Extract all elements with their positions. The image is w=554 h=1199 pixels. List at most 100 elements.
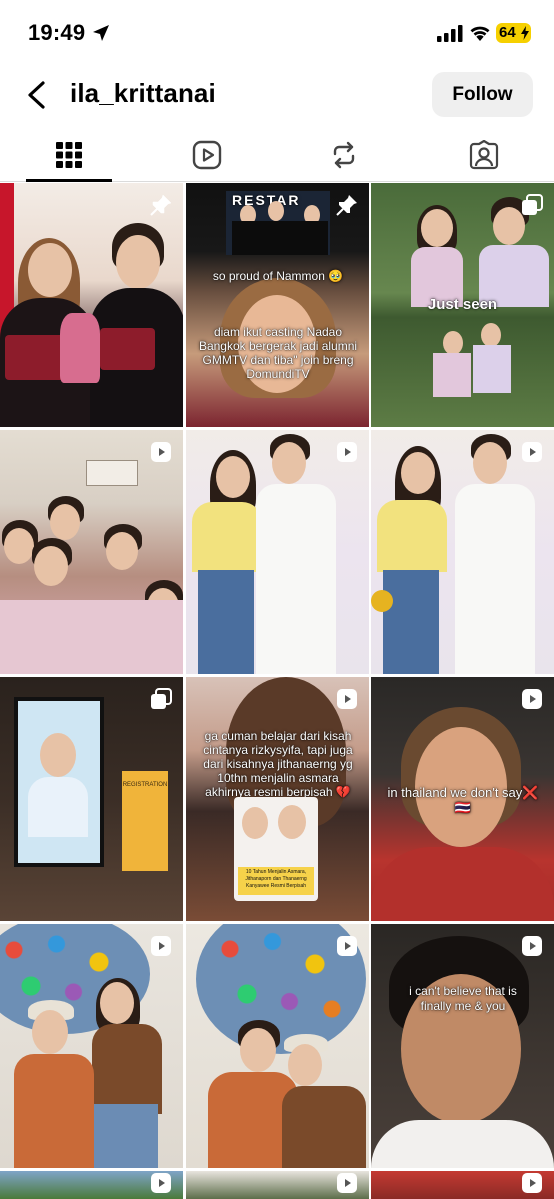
post-thumbnail[interactable]: ga cuman belajar dari kisah cintanya riz…	[186, 677, 369, 921]
reel-icon	[337, 689, 357, 709]
person-face	[481, 323, 501, 347]
tab-reels[interactable]	[147, 128, 267, 182]
post-caption-overlay: Just seen	[427, 296, 498, 313]
person-face	[421, 209, 453, 247]
profile-tabs	[0, 128, 554, 182]
repost-icon	[333, 141, 355, 169]
post-thumbnail[interactable]	[186, 430, 369, 674]
carousel-icon	[151, 688, 172, 709]
reel-icon	[151, 936, 171, 956]
person-face	[32, 1010, 68, 1054]
follow-button[interactable]: Follow	[432, 72, 533, 117]
person-face	[116, 235, 160, 289]
person-vest	[282, 1086, 366, 1168]
event-sign: REGISTRATION	[122, 771, 168, 871]
post-thumbnail[interactable]: REGISTRATION	[0, 677, 183, 921]
news-card: 10 Tahun Menjalin Asmara, Jithanaporn da…	[234, 797, 318, 901]
person-face	[216, 456, 250, 498]
news-headline: 10 Tahun Menjalin Asmara, Jithanaporn da…	[245, 869, 307, 889]
white-outfit	[256, 484, 336, 674]
reel-icon	[522, 936, 542, 956]
post-caption-line: so proud of Nammon 🥹	[212, 269, 344, 283]
tab-reposts[interactable]	[284, 128, 404, 182]
diploma-folder	[100, 328, 155, 370]
post-thumbnail[interactable]: in thailand we don't say❌🇹🇭	[371, 677, 554, 921]
grid-icon	[56, 142, 82, 168]
post-thumbnail[interactable]	[0, 1171, 183, 1199]
battery-percent: 64	[499, 24, 516, 41]
post-thumbnail[interactable]	[186, 1171, 369, 1199]
person-face	[288, 1044, 322, 1086]
person-face	[401, 452, 435, 494]
wifi-icon	[470, 26, 490, 41]
post-thumbnail[interactable]: Just seen	[371, 183, 554, 427]
person-face	[28, 243, 72, 297]
post-thumbnail[interactable]: RESTAR so proud of Nammon 🥹 diam ikut ca…	[186, 183, 369, 427]
person-face	[100, 982, 134, 1024]
reel-icon	[337, 1173, 357, 1193]
person-face	[443, 331, 463, 355]
location-arrow-icon	[93, 25, 109, 41]
blue-jeans	[88, 1104, 158, 1168]
person-face	[4, 528, 34, 564]
tab-grid[interactable]	[9, 128, 129, 182]
orange-cardigan	[14, 1054, 94, 1168]
pin-icon	[150, 194, 172, 216]
reel-icon	[337, 442, 357, 462]
person-vest	[92, 1024, 162, 1114]
person-face	[278, 805, 306, 839]
post-thumbnail[interactable]	[186, 924, 369, 1168]
person-face	[34, 546, 68, 586]
post-thumbnail[interactable]	[0, 183, 183, 427]
white-tshirt	[371, 1120, 554, 1168]
reel-icon	[522, 1173, 542, 1193]
reel-icon	[151, 1173, 171, 1193]
tab-tagged[interactable]	[424, 128, 544, 182]
person-face	[50, 504, 80, 540]
sunflower-decoration	[371, 590, 393, 612]
pin-icon	[336, 195, 357, 216]
profile-header: ila_krittanai Follow	[0, 66, 554, 124]
chevron-left-icon[interactable]	[24, 80, 50, 110]
status-bar: 19:49 64	[0, 0, 554, 66]
post-caption-overlay: i can't believe that is finally me & you	[409, 984, 517, 1013]
white-outfit	[455, 484, 535, 674]
yellow-cardigan	[377, 500, 447, 572]
red-jacket	[371, 847, 554, 921]
post-thumbnail[interactable]	[371, 1171, 554, 1199]
flower-bouquet	[60, 313, 100, 383]
person-face	[106, 532, 138, 570]
post-caption-overlay: in thailand we don't say❌🇹🇭	[387, 785, 539, 815]
news-headline-box: 10 Tahun Menjalin Asmara, Jithanaporn da…	[238, 867, 314, 895]
post-thumbnail[interactable]: i can't believe that is finally me & you	[371, 924, 554, 1168]
carousel-icon	[522, 194, 543, 215]
post-thumbnail[interactable]	[0, 430, 183, 674]
post-thumbnail[interactable]	[0, 924, 183, 1168]
profile-username: ila_krittanai	[70, 78, 216, 108]
blue-jeans	[383, 570, 439, 674]
post-caption-body: diam ikut casting Nadao Bangkok bergerak…	[198, 325, 358, 381]
diploma-folder	[5, 335, 65, 380]
status-time: 19:49	[28, 20, 86, 45]
reel-icon	[522, 442, 542, 462]
person-shirt	[433, 353, 471, 397]
cellular-signal-icon	[437, 25, 463, 42]
person-shirt	[28, 777, 88, 837]
yellow-cardigan	[192, 502, 262, 572]
tagged-person-icon	[469, 140, 499, 170]
post-caption-title: RESTAR	[232, 192, 301, 208]
person-shirt	[473, 345, 511, 393]
active-tab-indicator	[26, 179, 112, 182]
blue-jeans	[198, 570, 254, 674]
person-face	[242, 807, 268, 839]
reel-icon	[337, 936, 357, 956]
event-sign-text: REGISTRATION	[122, 782, 168, 788]
post-thumbnail[interactable]	[371, 430, 554, 674]
battery-charging-icon	[521, 26, 529, 40]
group-shirts	[0, 600, 183, 674]
person-face	[40, 733, 76, 777]
person-face	[268, 201, 284, 221]
battery-indicator: 64	[496, 23, 531, 43]
post-caption-body: ga cuman belajar dari kisah cintanya riz…	[203, 729, 353, 799]
person-face	[272, 442, 306, 484]
